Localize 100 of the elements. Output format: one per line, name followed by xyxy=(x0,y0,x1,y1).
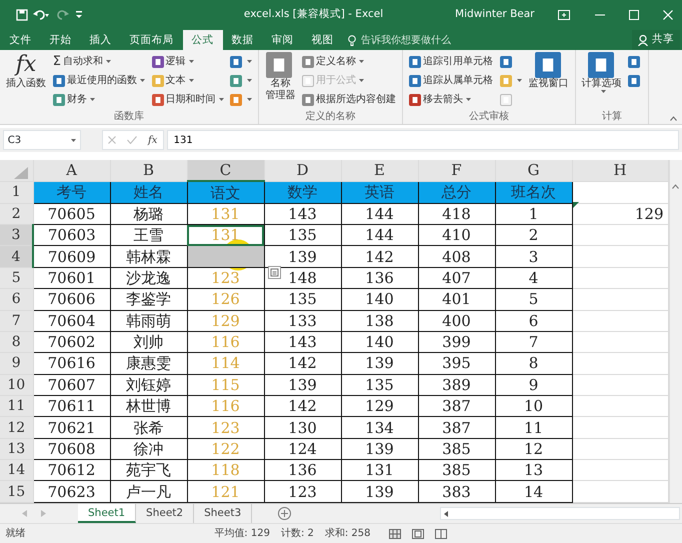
ribbon-button[interactable]: 追踪从属单元格 xyxy=(407,71,495,90)
ribbon-button[interactable]: 最近使用的函数 xyxy=(50,71,147,90)
table-cell[interactable]: 3 xyxy=(495,246,572,268)
table-cell[interactable]: 13 xyxy=(495,460,572,481)
table-cell[interactable]: 142 xyxy=(264,395,341,417)
ribbon-tab[interactable]: 插入 xyxy=(80,30,120,50)
ribbon-button[interactable]: 日期和时间 xyxy=(150,90,226,109)
name-box[interactable]: C3 xyxy=(2,130,81,150)
add-sheet-icon[interactable] xyxy=(278,507,292,520)
formula-field[interactable]: 131 xyxy=(166,130,680,150)
table-cell[interactable]: 70604 xyxy=(33,310,110,332)
table-cell[interactable]: 70611 xyxy=(33,395,110,417)
maximize-icon[interactable] xyxy=(629,10,639,20)
row-header[interactable]: 4 xyxy=(0,246,33,268)
table-cell[interactable]: 徐冲 xyxy=(110,438,187,460)
ribbon-tab[interactable]: 数据 xyxy=(222,30,262,50)
column-title[interactable]: 数学 xyxy=(264,181,341,204)
page-layout-icon[interactable] xyxy=(412,528,424,538)
ribbon-button[interactable]: 移去箭头 xyxy=(407,90,495,109)
table-cell[interactable]: 70609 xyxy=(33,246,110,268)
share-button[interactable]: 共享 xyxy=(632,30,680,50)
column-header[interactable]: B xyxy=(110,160,187,182)
table-cell[interactable]: 139 xyxy=(341,352,418,374)
row-header[interactable]: 5 xyxy=(0,267,33,289)
table-cell[interactable]: 124 xyxy=(264,438,341,460)
row-header[interactable]: 12 xyxy=(0,416,33,438)
insert-function-button[interactable]: fx xyxy=(148,132,158,148)
table-cell[interactable]: 韩林霖 xyxy=(110,246,187,268)
row-header[interactable]: 3 xyxy=(0,224,33,246)
table-cell[interactable]: 刘帅 xyxy=(110,331,187,353)
ribbon-tab[interactable]: 开始 xyxy=(40,30,80,50)
table-cell[interactable]: 408 xyxy=(418,246,495,268)
table-cell[interactable]: 70606 xyxy=(33,288,110,310)
paste-options-icon[interactable] xyxy=(268,266,281,279)
column-header[interactable]: C xyxy=(187,160,264,182)
column-title[interactable]: 英语 xyxy=(341,181,418,204)
column-title[interactable]: 考号 xyxy=(33,181,110,204)
column-title[interactable]: 姓名 xyxy=(110,181,187,204)
table-cell[interactable]: 5 xyxy=(495,288,572,310)
table-cell[interactable]: 143 xyxy=(264,331,341,353)
table-cell[interactable]: 407 xyxy=(418,267,495,289)
table-cell[interactable]: 140 xyxy=(341,331,418,353)
table-cell[interactable]: 410 xyxy=(418,224,495,246)
table-cell[interactable]: 401 xyxy=(418,288,495,310)
table-cell[interactable]: 143 xyxy=(264,203,341,225)
column-header[interactable]: D xyxy=(264,160,341,182)
row-header[interactable]: 9 xyxy=(0,352,33,374)
table-cell[interactable]: 129 xyxy=(341,395,418,417)
undo-icon[interactable] xyxy=(33,9,49,21)
ribbon-display-icon[interactable] xyxy=(558,10,570,20)
table-cell[interactable]: 144 xyxy=(341,224,418,246)
table-cell[interactable]: 11 xyxy=(495,416,572,438)
table-cell[interactable]: 70601 xyxy=(33,267,110,289)
table-cell[interactable]: 李鉴学 xyxy=(110,288,187,310)
ribbon-button[interactable]: 逻辑 xyxy=(150,52,226,71)
table-cell[interactable]: 136 xyxy=(264,460,341,481)
ribbon-button[interactable]: 定义名称 xyxy=(300,52,398,71)
ribbon-tab[interactable]: 页面布局 xyxy=(120,30,182,50)
scroll-up-icon[interactable] xyxy=(672,184,680,189)
scroll-left-icon[interactable] xyxy=(444,510,448,516)
ribbon-button[interactable]: 财务 xyxy=(50,90,147,109)
table-cell[interactable]: 385 xyxy=(418,460,495,481)
table-cell[interactable]: 70616 xyxy=(33,352,110,374)
table-cell[interactable]: 70621 xyxy=(33,416,110,438)
table-cell[interactable]: 130 xyxy=(264,416,341,438)
ribbon-button[interactable]: 文本 xyxy=(150,71,226,90)
table-cell[interactable]: 136 xyxy=(341,267,418,289)
table-cell[interactable]: 4 xyxy=(495,267,572,289)
column-header[interactable]: A xyxy=(33,160,110,182)
table-cell[interactable]: 134 xyxy=(341,416,418,438)
table-cell[interactable]: 林世博 xyxy=(110,395,187,417)
column-header[interactable]: H xyxy=(572,160,668,182)
ribbon-button[interactable]: fx 插入函数 xyxy=(4,52,48,90)
row-header[interactable]: 13 xyxy=(0,438,33,460)
table-cell[interactable]: 139 xyxy=(341,438,418,460)
table-cell[interactable]: 385 xyxy=(418,438,495,460)
table-cell[interactable]: 1 xyxy=(495,203,572,225)
tell-me-field[interactable]: 告诉我你想要做什么 xyxy=(358,32,509,48)
table-cell[interactable]: 7 xyxy=(495,331,572,353)
ribbon-tab[interactable]: 文件 xyxy=(6,30,40,50)
table-cell[interactable]: 135 xyxy=(341,374,418,396)
ribbon-button[interactable]: 根据所选内容创建 xyxy=(300,90,398,109)
table-cell[interactable]: 70605 xyxy=(33,203,110,225)
table-cell[interactable]: 133 xyxy=(264,310,341,332)
column-title[interactable]: 班名次 xyxy=(495,181,572,204)
save-icon[interactable] xyxy=(16,9,28,21)
table-cell[interactable]: 70612 xyxy=(33,460,110,481)
table-cell[interactable]: 387 xyxy=(418,416,495,438)
table-cell[interactable]: 70603 xyxy=(33,224,110,246)
table-cell[interactable]: 张希 xyxy=(110,416,187,438)
ribbon-button[interactable]: 追踪引用单元格 xyxy=(407,52,495,71)
column-title[interactable]: 总分 xyxy=(418,181,495,204)
row-header[interactable]: 10 xyxy=(0,374,33,396)
row-header[interactable]: 11 xyxy=(0,395,33,417)
row-header[interactable]: 1 xyxy=(0,181,33,204)
table-cell[interactable]: 135 xyxy=(264,224,341,246)
ribbon-button[interactable]: 计算选项 xyxy=(580,52,624,92)
table-cell[interactable]: 10 xyxy=(495,395,572,417)
ribbon-tab[interactable]: 审阅 xyxy=(262,30,302,50)
ribbon-button[interactable]: 名称 管理器 xyxy=(263,52,298,101)
